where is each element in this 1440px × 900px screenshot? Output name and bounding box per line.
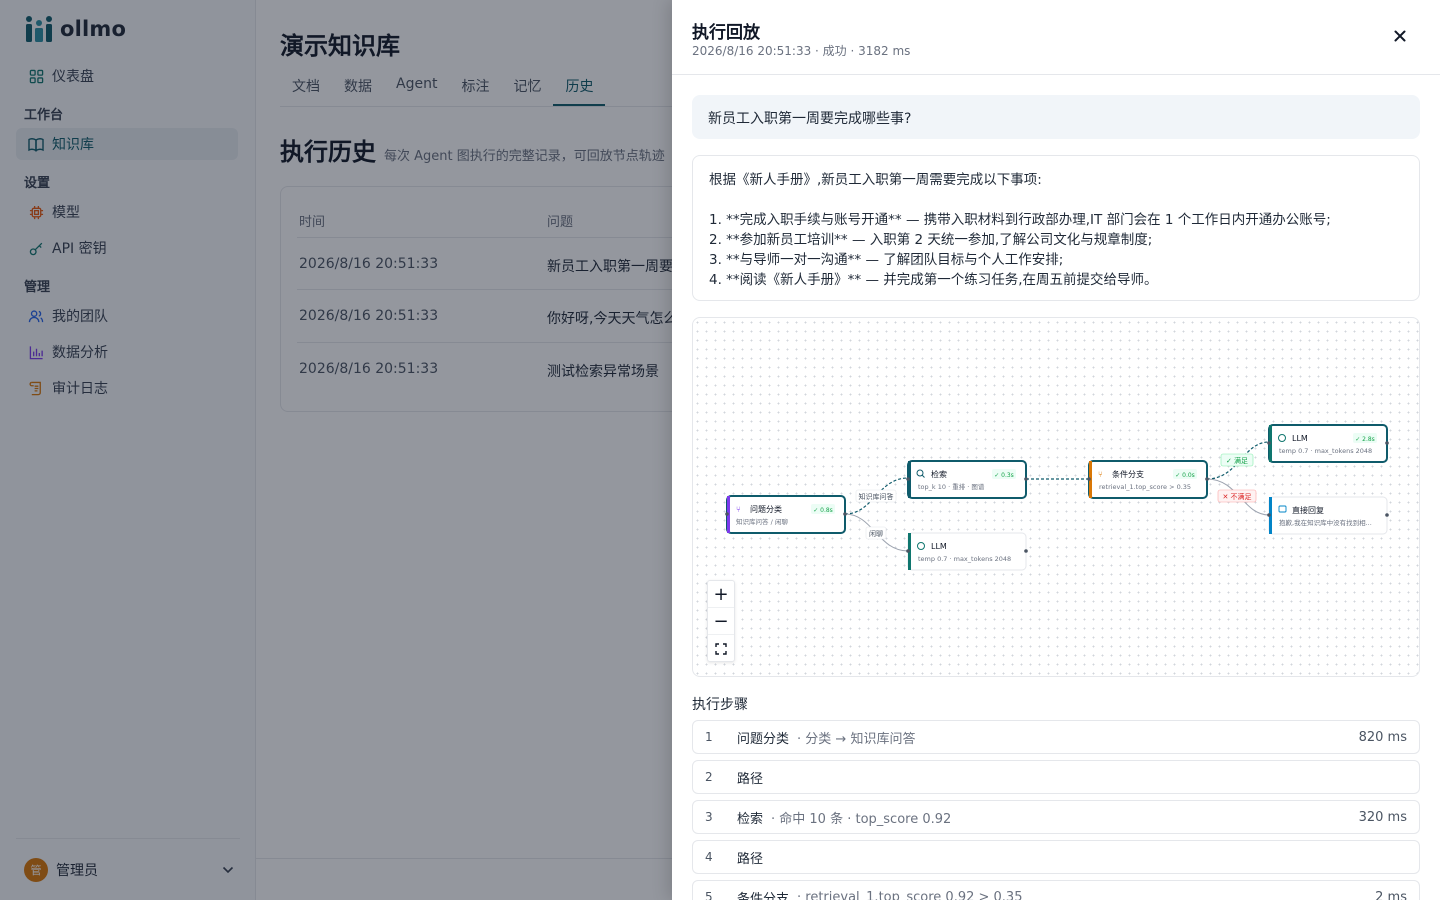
- graph-node-retrieve[interactable]: 检索 ✓ 0.3s top_k 10 · 重排 · 图谱: [906, 460, 1028, 499]
- step-name: 路径: [737, 851, 764, 867]
- edge-label-text: 闲聊: [869, 529, 883, 538]
- node-title: 直接回复: [1292, 505, 1324, 515]
- edge-label-text: ✓ 满足: [1226, 456, 1248, 465]
- step-name: 条件分支: [737, 891, 790, 900]
- answer-line: 2. **参加新员工培训** — 入职第 2 天统一参加,了解公司文化与规章制度…: [709, 232, 1153, 248]
- node-title: 条件分支: [1112, 469, 1144, 479]
- graph-node-direct-reply[interactable]: 直接回复 抱歉,我在知识库中没有找到相...: [1267, 496, 1389, 535]
- edge-label-not-satisfied: ✕ 不满足: [1217, 489, 1257, 503]
- step-detail: · 命中 10 条 · top_score 0.92: [771, 811, 952, 827]
- edge-label-text: 知识库问答: [859, 492, 894, 501]
- edge-label-satisfied: ✓ 满足: [1220, 453, 1254, 467]
- graph-svg: 知识库问答 闲聊 ✓ 满足 ✕ 不满足 ⑂ 问题分类 ✓ 0.8s 知识库问答 …: [725, 424, 1389, 571]
- graph-node-classify[interactable]: ⑂ 问题分类 ✓ 0.8s 知识库问答 / 闲聊: [725, 495, 847, 534]
- step-number: 4: [705, 850, 713, 864]
- drawer-title: 执行回放: [692, 23, 760, 43]
- edge-label-chitchat: 闲聊: [865, 526, 887, 540]
- fit-view-icon: [715, 642, 727, 655]
- step-name: 路径: [737, 771, 764, 787]
- graph-node-llm-chat[interactable]: LLM temp 0.7 · max_tokens 2048: [906, 532, 1028, 571]
- zoom-controls: + −: [707, 580, 735, 662]
- question-bubble: 新员工入职第一周要完成哪些事?: [692, 95, 1420, 139]
- fit-view-button[interactable]: [708, 635, 734, 662]
- step-duration: 820 ms: [1358, 729, 1407, 745]
- node-subtitle: temp 0.7 · max_tokens 2048: [918, 555, 1011, 563]
- graph-node-condition[interactable]: ⑂ 条件分支 ✓ 0.0s retrieval_1.top_score > 0.…: [1087, 460, 1209, 499]
- step-number: 5: [705, 890, 713, 900]
- step-name: 检索: [737, 811, 764, 827]
- node-badge: ✓ 0.3s: [994, 472, 1014, 479]
- node-title: LLM: [931, 542, 947, 551]
- agent-graph-canvas[interactable]: 知识库问答 闲聊 ✓ 满足 ✕ 不满足 ⑂ 问题分类 ✓ 0.8s 知识库问答 …: [692, 317, 1420, 677]
- node-title: 检索: [931, 469, 947, 479]
- step-detail: · retrieval_1.top_score 0.92 > 0.35: [797, 889, 1023, 900]
- step-duration: 2 ms: [1375, 889, 1407, 900]
- step-row[interactable]: 5 条件分支 · retrieval_1.top_score 0.92 > 0.…: [692, 880, 1420, 900]
- zoom-in-button[interactable]: +: [708, 581, 734, 608]
- zoom-out-button[interactable]: −: [708, 608, 734, 635]
- close-button[interactable]: [1390, 26, 1410, 46]
- step-number: 1: [705, 730, 713, 744]
- node-subtitle: top_k 10 · 重排 · 图谱: [918, 482, 985, 491]
- step-row[interactable]: 4 路径: [692, 840, 1420, 874]
- answer-line: 3. **与导师一对一沟通** — 了解团队目标与个人工作安排;: [709, 252, 1064, 268]
- node-title: 问题分类: [750, 504, 782, 514]
- step-row[interactable]: 3 检索 · 命中 10 条 · top_score 0.92 320 ms: [692, 800, 1420, 834]
- step-row[interactable]: 2 路径: [692, 760, 1420, 794]
- answer-line: [709, 190, 1403, 210]
- step-number: 3: [705, 810, 713, 824]
- node-title: LLM: [1292, 434, 1308, 443]
- node-subtitle: retrieval_1.top_score > 0.35: [1099, 483, 1191, 491]
- node-badge: ✓ 2.8s: [1355, 436, 1375, 443]
- node-badge: ✓ 0.8s: [813, 507, 833, 514]
- step-duration: 320 ms: [1358, 809, 1407, 825]
- step-row[interactable]: 1 问题分类 · 分类 → 知识库问答 820 ms: [692, 720, 1420, 754]
- answer-line: 1. **完成入职手续与账号开通** — 携带入职材料到行政部办理,IT 部门会…: [709, 212, 1331, 228]
- answer-line: 4. **阅读《新人手册》** — 并完成第一个练习任务,在周五前提交给导师。: [709, 272, 1158, 288]
- answer-line: 根据《新人手册》,新员工入职第一周需要完成以下事项:: [709, 172, 1042, 188]
- node-subtitle: 知识库问答 / 闲聊: [736, 517, 788, 526]
- edge-label-kb-qa: 知识库问答: [855, 489, 897, 503]
- branch-icon: ⑂: [1098, 470, 1103, 479]
- replay-drawer: 执行回放 2026/8/16 20:51:33 · 成功 · 3182 ms 新…: [672, 0, 1440, 900]
- classify-icon: ⑂: [736, 505, 741, 514]
- step-name: 问题分类: [737, 731, 790, 747]
- step-number: 2: [705, 770, 713, 784]
- close-icon: [1394, 30, 1406, 42]
- node-badge: ✓ 0.0s: [1175, 472, 1195, 479]
- edge-label-text: ✕ 不满足: [1222, 492, 1251, 501]
- step-detail: · 分类 → 知识库问答: [797, 731, 916, 747]
- drawer-header: 执行回放 2026/8/16 20:51:33 · 成功 · 3182 ms: [672, 0, 1440, 75]
- answer-box: 根据《新人手册》,新员工入职第一周需要完成以下事项: 1. **完成入职手续与账…: [692, 155, 1420, 301]
- node-subtitle: temp 0.7 · max_tokens 2048: [1279, 447, 1372, 455]
- node-subtitle: 抱歉,我在知识库中没有找到相...: [1279, 518, 1372, 527]
- steps-title: 执行步骤: [692, 697, 748, 713]
- graph-node-llm-answer[interactable]: LLM ✓ 2.8s temp 0.7 · max_tokens 2048: [1267, 424, 1389, 463]
- drawer-subtitle: 2026/8/16 20:51:33 · 成功 · 3182 ms: [692, 44, 911, 58]
